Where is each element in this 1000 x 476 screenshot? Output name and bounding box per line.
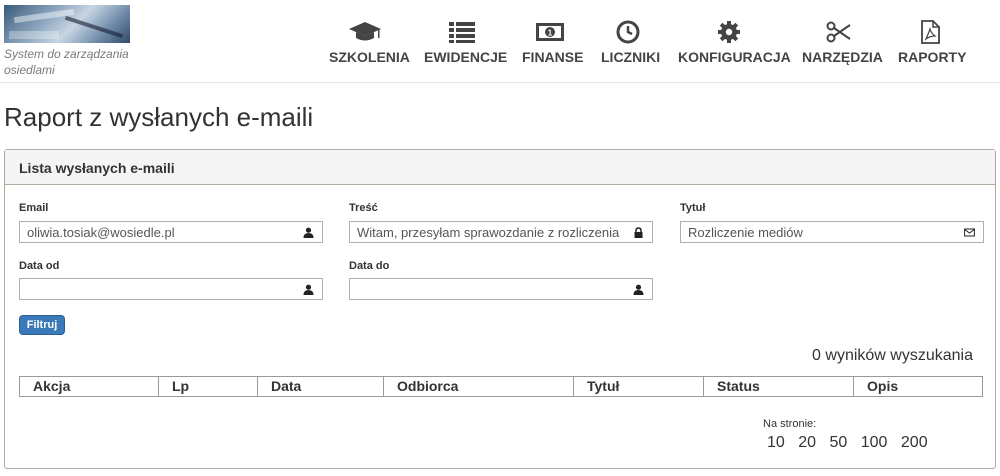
content-label: Treść — [349, 202, 378, 214]
filter-button[interactable]: Filtruj — [19, 315, 65, 335]
panel-heading: Lista wysłanych e-maili — [5, 150, 995, 185]
email-field-wrap — [19, 221, 323, 243]
date-to-label: Data do — [349, 260, 390, 272]
nav-label: FINANSE — [522, 49, 584, 65]
per-page-option-100[interactable]: 100 — [861, 434, 888, 452]
column-header-tytul[interactable]: Tytuł — [574, 377, 704, 396]
emails-panel: Lista wysłanych e-maili Email Treść Tytu… — [4, 149, 996, 469]
content-input[interactable] — [350, 222, 652, 242]
money-icon: 1 — [536, 23, 564, 41]
date-from-label: Data od — [19, 260, 60, 272]
nav-item-narzedzia[interactable]: NARZĘDZIA — [802, 20, 883, 68]
per-page-option-200[interactable]: 200 — [901, 434, 928, 452]
column-header-odbiorca[interactable]: Odbiorca — [384, 377, 574, 396]
title-input[interactable] — [681, 222, 983, 242]
date-from-input[interactable] — [20, 279, 322, 299]
column-header-lp[interactable]: Lp — [159, 377, 258, 396]
nav-item-szkolenia[interactable]: SZKOLENIA — [329, 20, 410, 68]
per-page-option-50[interactable]: 50 — [830, 434, 848, 452]
graduation-cap-icon — [349, 22, 381, 41]
user-icon — [303, 227, 314, 238]
nav-item-ewidencje[interactable]: EWIDENCJE — [424, 20, 508, 68]
per-page-option-20[interactable]: 20 — [798, 434, 816, 452]
user-icon — [633, 284, 644, 295]
content-field-wrap — [349, 221, 653, 243]
column-header-opis[interactable]: Opis — [854, 377, 982, 396]
top-header: System do zarządzania osiedlami SZKOLENI… — [0, 0, 1000, 83]
nav-label: EWIDENCJE — [424, 49, 508, 65]
nav-item-liczniki[interactable]: LICZNIKI — [601, 20, 661, 68]
page-title: Raport z wysłanych e-maili — [4, 102, 314, 132]
column-header-data[interactable]: Data — [258, 377, 384, 396]
gear-icon — [718, 21, 740, 43]
main-nav: SZKOLENIA EWIDENCJE 1 FINANSE LICZNIKI K… — [0, 20, 1000, 70]
column-header-status[interactable]: Status — [704, 377, 854, 396]
svg-text:1: 1 — [548, 29, 553, 38]
title-label: Tytuł — [680, 202, 706, 214]
results-count: 0 wyników wyszukania — [812, 347, 973, 364]
nav-label: RAPORTY — [898, 49, 967, 65]
per-page-options: 10 20 50 100 200 — [767, 434, 937, 452]
nav-label: SZKOLENIA — [329, 49, 410, 65]
emails-table-header: Akcja Lp Data Odbiorca Tytuł Status Opis — [19, 376, 983, 397]
date-to-field-wrap — [349, 278, 653, 300]
email-label: Email — [19, 202, 49, 214]
per-page-label: Na stronie: — [763, 418, 817, 430]
column-header-akcja[interactable]: Akcja — [20, 377, 159, 396]
user-icon — [303, 284, 314, 295]
lock-icon — [634, 227, 643, 238]
envelope-icon — [964, 228, 975, 237]
nav-item-konfiguracja[interactable]: KONFIGURACJA — [678, 20, 791, 68]
title-field-wrap — [680, 221, 984, 243]
scissors-icon — [826, 21, 851, 43]
nav-label: KONFIGURACJA — [678, 49, 791, 65]
nav-label: LICZNIKI — [601, 49, 661, 65]
email-input[interactable] — [20, 222, 322, 242]
nav-label: NARZĘDZIA — [802, 49, 883, 65]
list-icon — [449, 22, 475, 43]
nav-item-raporty[interactable]: RAPORTY — [898, 20, 967, 68]
date-to-input[interactable] — [350, 279, 652, 299]
clock-icon — [616, 20, 640, 44]
pdf-file-icon — [921, 20, 940, 44]
date-from-field-wrap — [19, 278, 323, 300]
nav-item-finanse[interactable]: 1 FINANSE — [522, 20, 584, 68]
per-page-option-10[interactable]: 10 — [767, 434, 785, 452]
